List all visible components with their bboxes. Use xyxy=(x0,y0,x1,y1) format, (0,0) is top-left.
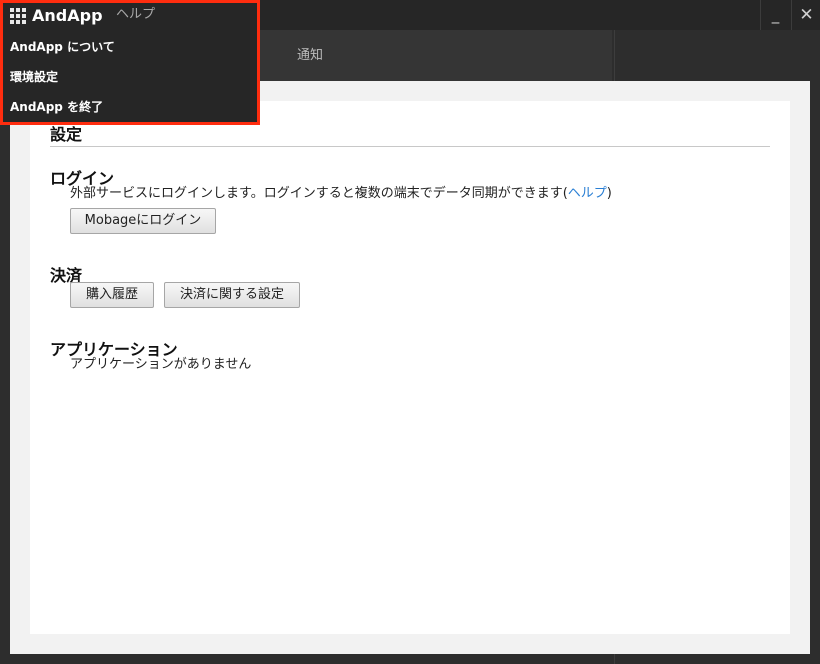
no-applications-text: アプリケーションがありません xyxy=(70,357,252,372)
mobage-login-button[interactable]: Mobageにログイン xyxy=(70,208,216,234)
login-description: 外部サービスにログインします。ログインすると複数の端末でデータ同期ができます(ヘ… xyxy=(70,182,612,201)
menu-item-quit[interactable]: AndApp を終了 xyxy=(10,98,103,115)
app-window: AndApp ヘルプ _ ✕ 通知 設定 ログイン 外部サービスにログインします… xyxy=(0,0,820,664)
minimize-button[interactable]: _ xyxy=(760,0,790,30)
login-description-text: 外部サービスにログインします。ログインすると複数の端末でデータ同期ができます( xyxy=(70,186,568,201)
title-divider xyxy=(50,146,770,147)
help-link[interactable]: ヘルプ xyxy=(568,186,607,201)
menu-item-about[interactable]: AndApp について xyxy=(10,38,115,55)
page-title: 設定 xyxy=(50,125,83,144)
app-logo-text: AndApp xyxy=(32,6,103,25)
close-button[interactable]: ✕ xyxy=(791,0,820,30)
grid-icon xyxy=(10,7,26,24)
app-menu-dropdown: AndApp について 環境設定 AndApp を終了 xyxy=(0,30,258,122)
login-description-end: ) xyxy=(606,186,612,201)
app-menu-button[interactable]: AndApp xyxy=(10,6,103,25)
title-bar: AndApp ヘルプ _ ✕ xyxy=(0,0,820,30)
menu-item-preferences[interactable]: 環境設定 xyxy=(10,68,58,85)
settings-container: 設定 ログイン 外部サービスにログインします。ログインすると複数の端末でデータ同… xyxy=(10,81,810,654)
payment-settings-button[interactable]: 決済に関する設定 xyxy=(164,282,300,308)
settings-panel: 設定 ログイン 外部サービスにログインします。ログインすると複数の端末でデータ同… xyxy=(30,101,790,634)
help-menu[interactable]: ヘルプ xyxy=(106,0,160,30)
purchase-history-button[interactable]: 購入履歴 xyxy=(70,282,154,308)
